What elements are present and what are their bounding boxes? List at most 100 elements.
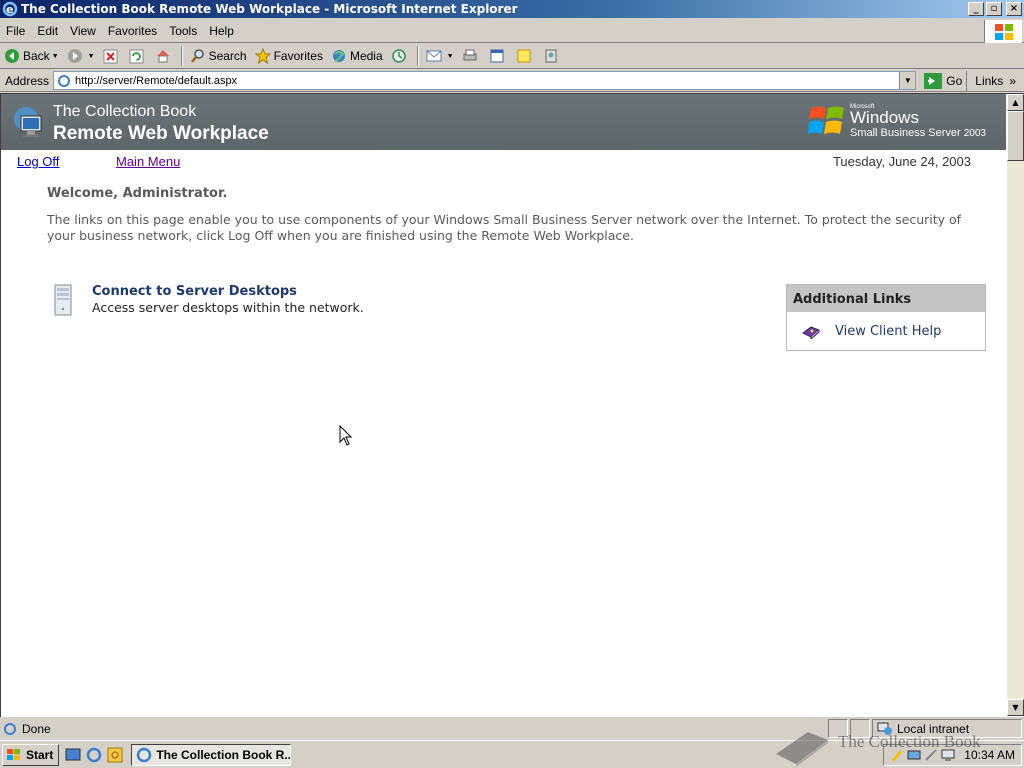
menu-tools[interactable]: Tools — [163, 24, 203, 38]
menu-bar: File Edit View Favorites Tools Help — [0, 20, 1024, 43]
help-book-icon — [802, 326, 820, 339]
home-icon — [156, 50, 169, 63]
connect-description: Access server desktops within the networ… — [92, 300, 364, 315]
print-button[interactable] — [458, 45, 485, 67]
menu-favorites[interactable]: Favorites — [102, 24, 163, 38]
logoff-link[interactable]: Log Off — [17, 154, 59, 169]
back-dropdown-icon[interactable]: ▼ — [52, 53, 59, 60]
clock[interactable]: 10:34 AM — [964, 748, 1015, 762]
banner-product: Remote Web Workplace — [53, 123, 269, 144]
status-text-area: Done — [0, 722, 828, 736]
media-button[interactable]: Media — [327, 45, 387, 67]
ie-task-icon — [137, 747, 152, 762]
window-title: The Collection Book Remote Web Workplace… — [21, 2, 518, 16]
desktop-quicklaunch-icon[interactable] — [65, 747, 81, 763]
windows-flag-icon — [808, 106, 844, 134]
discuss-button[interactable] — [512, 45, 539, 67]
go-arrow-icon — [924, 72, 943, 89]
taskbar-ie-window[interactable]: The Collection Book R... — [131, 743, 292, 766]
brand-windows: Windows — [850, 108, 919, 127]
forward-dropdown-icon[interactable]: ▼ — [88, 53, 95, 60]
title-bar[interactable]: e The Collection Book Remote Web Workpla… — [0, 0, 1024, 18]
links-toolbar[interactable]: Links » — [966, 70, 1024, 91]
taskbar: Start The Collection Book R... 10:34 AM — [0, 740, 1024, 768]
minimize-button[interactable]: _ — [968, 2, 984, 16]
address-input[interactable] — [75, 74, 900, 87]
page-icon — [58, 74, 71, 87]
welcome-heading: Welcome, Administrator. — [47, 186, 228, 201]
menu-edit[interactable]: Edit — [31, 24, 64, 38]
close-button[interactable]: × — [1006, 2, 1022, 16]
refresh-icon — [129, 49, 144, 63]
brand-year: 2003 — [963, 128, 986, 139]
web-page: The Collection Book Remote Web Workplace… — [1, 94, 1006, 716]
refresh-button[interactable] — [125, 45, 151, 67]
vertical-scrollbar[interactable]: ▲ ▼ — [1007, 94, 1024, 716]
scroll-down-button[interactable]: ▼ — [1007, 699, 1024, 716]
main-menu-link[interactable]: Main Menu — [116, 154, 180, 169]
scroll-thumb[interactable] — [1007, 111, 1024, 161]
ie-quicklaunch-icon[interactable] — [86, 747, 102, 763]
windows-start-icon — [7, 748, 20, 760]
ie-icon: e — [2, 1, 18, 17]
status-text: Done — [22, 721, 51, 736]
network-tray-icon[interactable] — [907, 748, 921, 762]
back-label: Back — [23, 49, 50, 63]
quick-launch — [65, 747, 123, 763]
view-client-help-label: View Client Help — [835, 323, 942, 339]
back-arrow-icon — [5, 49, 19, 63]
intranet-icon — [877, 722, 892, 735]
task-label: The Collection Book R... — [156, 747, 292, 762]
stop-button[interactable] — [99, 45, 125, 67]
tools-tray-icon[interactable] — [924, 748, 938, 762]
favorites-star-icon — [254, 48, 271, 64]
rww-nav: Log Off Main Menu Tuesday, June 24, 2003 — [1, 152, 1006, 172]
messenger-button[interactable] — [539, 45, 566, 67]
restore-button[interactable]: ▫ — [986, 2, 1002, 16]
start-button[interactable]: Start — [2, 743, 60, 766]
server-tower-icon — [54, 284, 72, 316]
browser-viewport: The Collection Book Remote Web Workplace… — [0, 93, 1024, 717]
home-button[interactable] — [151, 45, 178, 67]
system-tray: 10:34 AM — [883, 743, 1022, 766]
additional-links-panel: Additional Links View Client Help — [786, 284, 986, 351]
mail-dropdown-icon[interactable]: ▼ — [447, 53, 454, 60]
forward-button[interactable]: ▼ — [63, 45, 99, 67]
menu-file[interactable]: File — [0, 24, 31, 38]
search-button[interactable]: Search — [186, 45, 251, 67]
svg-text:e: e — [6, 3, 13, 16]
menu-help[interactable]: Help — [203, 24, 240, 38]
scroll-up-button[interactable]: ▲ — [1007, 94, 1024, 111]
edit-page-icon — [490, 49, 504, 63]
view-client-help-link[interactable]: View Client Help — [801, 323, 941, 339]
brand-sbs: Small Business Server — [850, 127, 961, 139]
media-label: Media — [349, 49, 383, 63]
mouse-cursor-icon — [339, 425, 353, 446]
outlook-quicklaunch-icon[interactable] — [107, 747, 123, 763]
connect-title-link[interactable]: Connect to Server Desktops — [92, 284, 297, 299]
rww-monitor-icon — [14, 107, 42, 137]
zone-label: Local intranet — [897, 721, 970, 736]
address-label: Address — [5, 73, 50, 88]
additional-links-header: Additional Links — [787, 285, 985, 312]
edit-button[interactable] — [485, 45, 512, 67]
mail-button[interactable]: ▼ — [422, 45, 458, 67]
computer-tray-icon[interactable] — [941, 748, 955, 762]
address-dropdown-icon[interactable]: ▼ — [899, 72, 916, 89]
status-lock-cell — [850, 719, 870, 738]
menu-view[interactable]: View — [64, 24, 102, 38]
favorites-button[interactable]: Favorites — [251, 45, 327, 67]
toolbar-separator — [416, 46, 419, 66]
status-bar: Done Local intranet — [0, 718, 1024, 739]
history-button[interactable] — [387, 45, 414, 67]
pencil-tray-icon[interactable] — [890, 748, 904, 762]
back-button[interactable]: Back ▼ — [0, 45, 63, 67]
banner-company: The Collection Book — [53, 103, 197, 120]
favorites-label: Favorites — [273, 49, 323, 63]
chevron-right-icon[interactable]: » — [1009, 74, 1016, 88]
history-icon — [391, 49, 406, 63]
address-field[interactable]: ▼ — [53, 71, 917, 90]
go-button[interactable]: Go — [920, 72, 966, 89]
go-label: Go — [946, 73, 963, 88]
security-zone[interactable]: Local intranet — [872, 719, 1022, 738]
